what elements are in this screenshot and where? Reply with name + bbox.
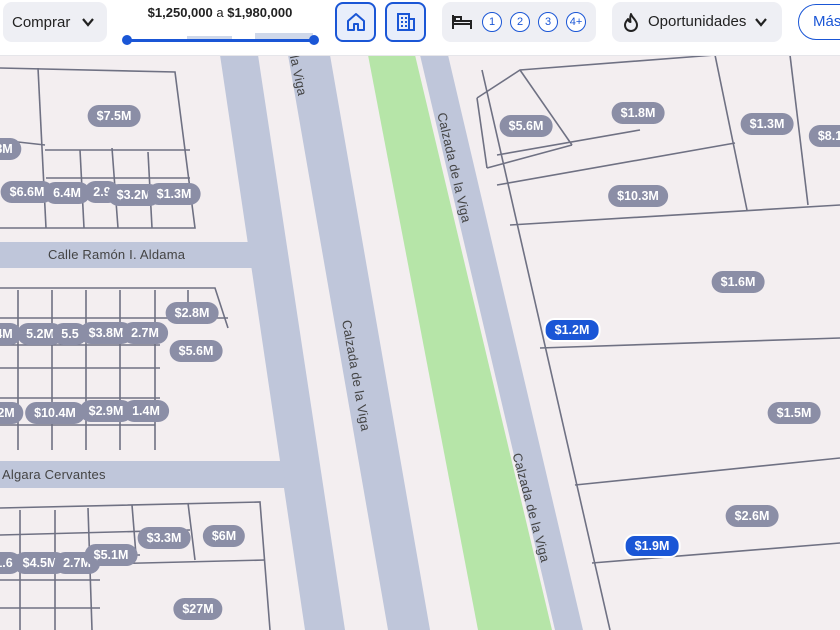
opportunities-label: Oportunidades — [648, 13, 747, 30]
price-marker[interactable]: $1.3M — [740, 113, 794, 135]
price-marker[interactable]: $5.6M — [169, 340, 223, 362]
price-marker[interactable]: $2.6M — [725, 505, 779, 527]
building-icon — [396, 13, 415, 31]
price-marker[interactable]: $27M — [173, 598, 223, 620]
price-marker[interactable]: $1.8M — [611, 102, 665, 124]
opportunities-select[interactable]: Oportunidades — [612, 2, 782, 42]
map-canvas[interactable]: Calle Ramón I. Aldama Algara Cervantes l… — [0, 0, 840, 630]
price-marker[interactable]: $5.6M — [499, 115, 553, 137]
price-marker-selected[interactable]: $1.9M — [623, 534, 681, 558]
price-marker-selected[interactable]: $1.2M — [543, 318, 601, 342]
property-type-building-button[interactable] — [385, 2, 426, 42]
price-range-text: $1,250,000 a $1,980,000 — [120, 5, 320, 20]
price-marker[interactable]: 2M — [0, 402, 24, 424]
price-marker[interactable]: $10.4M — [25, 402, 85, 424]
price-slider-max-handle[interactable] — [309, 35, 319, 45]
price-min: $1,250,000 — [147, 5, 213, 20]
more-filters-label: Más — [813, 13, 840, 30]
map-base — [0, 0, 840, 630]
bedrooms-option-2[interactable]: 2 — [510, 12, 530, 32]
price-marker[interactable]: $1.6M — [711, 271, 765, 293]
bedrooms-option-3[interactable]: 3 — [538, 12, 558, 32]
price-marker[interactable]: $5.1M — [84, 544, 138, 566]
price-slider-min-handle[interactable] — [122, 35, 132, 45]
filter-toolbar: Comprar $1,250,000 a $1,980,000 1 2 3 4+… — [0, 0, 840, 56]
price-marker[interactable]: $1.5M — [767, 402, 821, 424]
street-label-cervantes: Algara Cervantes — [2, 467, 106, 482]
bed-icon — [452, 15, 472, 29]
bedrooms-option-4plus[interactable]: 4+ — [566, 12, 586, 32]
price-marker[interactable]: $3.3M — [137, 527, 191, 549]
bedrooms-filter: 1 2 3 4+ — [442, 2, 596, 42]
price-separator: a — [216, 5, 224, 20]
price-marker[interactable]: $6M — [202, 525, 246, 547]
house-icon — [346, 13, 365, 31]
price-slider-track[interactable] — [127, 39, 314, 42]
operation-label: Comprar — [12, 13, 71, 31]
operation-select[interactable]: Comprar — [3, 2, 107, 42]
price-marker[interactable]: 2.7M — [122, 322, 168, 344]
price-marker[interactable]: $1.3M — [147, 183, 201, 205]
price-marker[interactable]: 6.4M — [44, 182, 90, 204]
price-marker[interactable]: $2.8M — [165, 302, 219, 324]
price-marker[interactable]: $10.3M — [608, 185, 668, 207]
street-label-aldama: Calle Ramón I. Aldama — [48, 247, 186, 262]
property-type-house-button[interactable] — [335, 2, 376, 42]
price-marker[interactable]: 1.4M — [123, 400, 169, 422]
price-marker[interactable]: $8.1 — [808, 125, 840, 147]
more-filters-button[interactable]: Más — [798, 4, 840, 40]
bedrooms-option-1[interactable]: 1 — [482, 12, 502, 32]
price-marker[interactable]: $7.5M — [87, 105, 141, 127]
chevron-down-icon — [755, 18, 767, 27]
chevron-down-icon — [82, 18, 94, 27]
price-max: $1,980,000 — [227, 5, 293, 20]
flame-icon — [624, 13, 638, 32]
